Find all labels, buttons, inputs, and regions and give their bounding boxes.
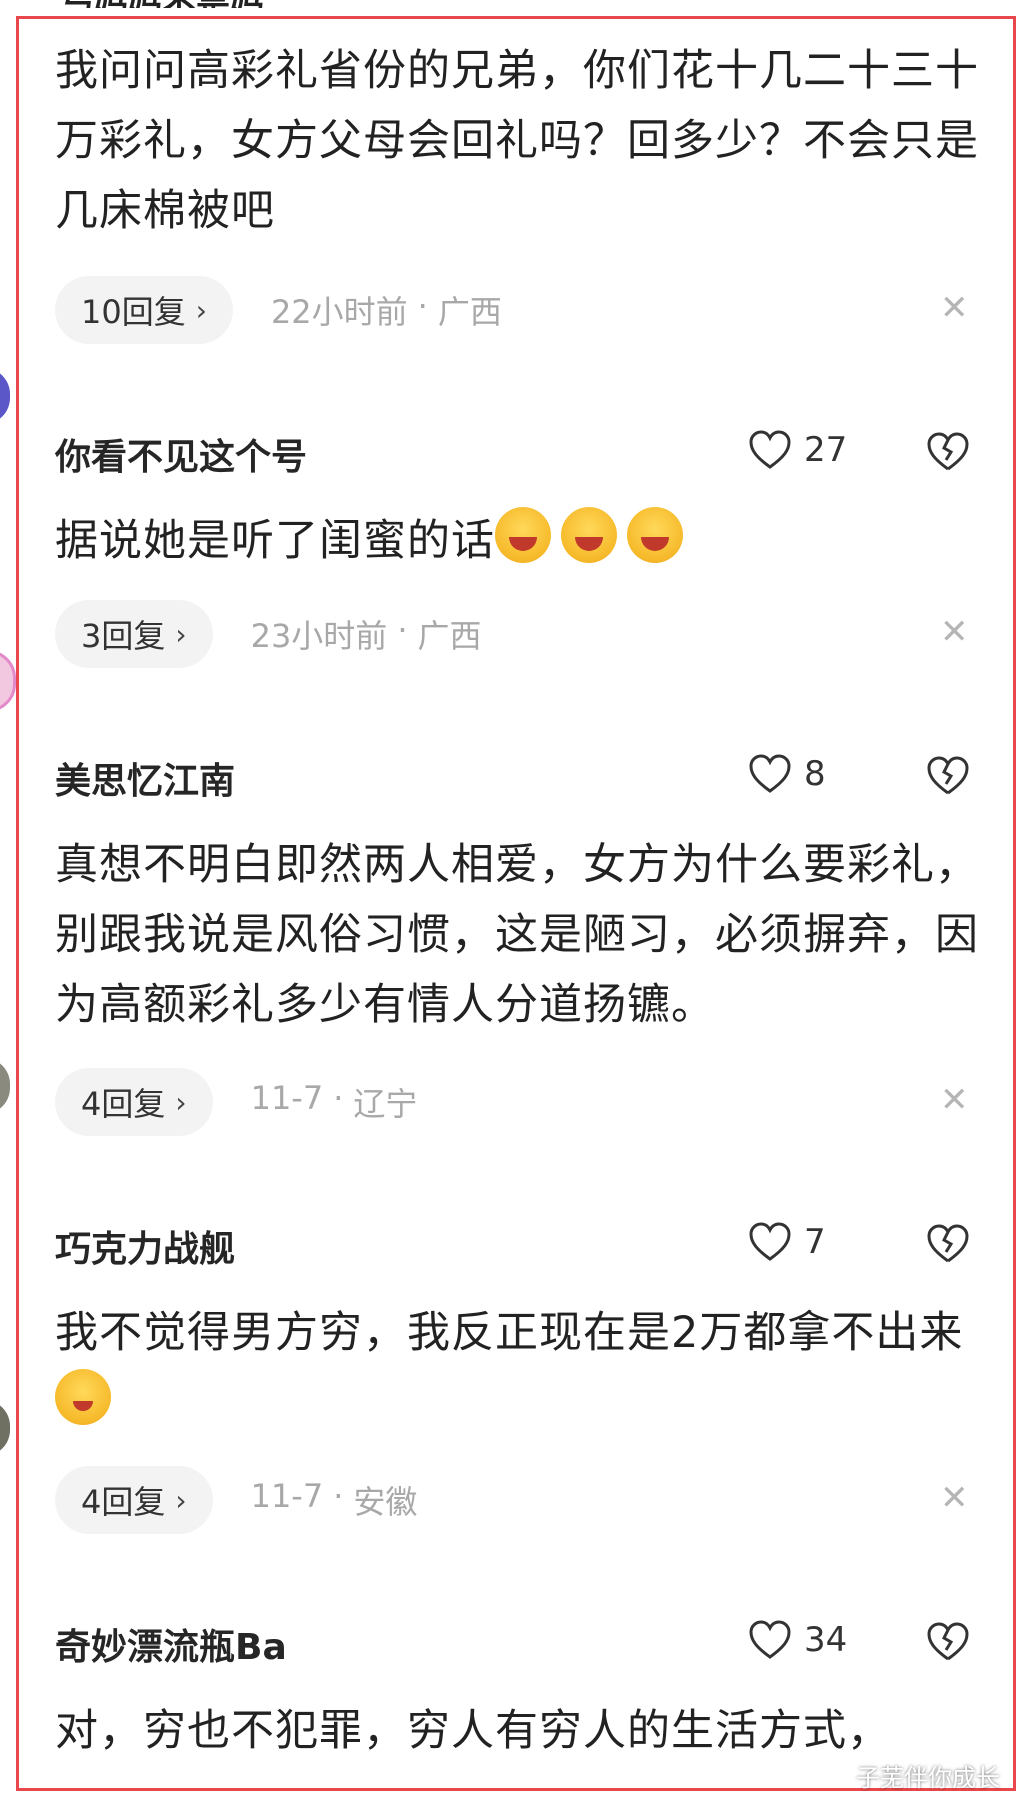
- comment-time: 23小时前: [250, 617, 388, 655]
- broken-heart-icon: [926, 1224, 970, 1264]
- comment-meta: 10回复 › 22小时前 · 广西: [55, 276, 502, 344]
- crying-face-emoji-icon: [55, 1369, 111, 1425]
- separator: ·: [333, 1477, 344, 1515]
- dislike-button[interactable]: [926, 756, 970, 796]
- watermark: 子芜伴你成长: [856, 1764, 1000, 1792]
- chevron-right-icon: ›: [175, 1483, 187, 1517]
- comment-text: 真想不明白即然两人相爱，女方为什么要彩礼，别跟我说是风俗习惯，这是陋习，必须摒弃…: [55, 840, 979, 1030]
- separator: ·: [417, 287, 428, 325]
- comment-text: 对，穷也不犯罪，穷人有穷人的生活方式，: [55, 1706, 891, 1756]
- replies-button[interactable]: 4回复 ›: [55, 1466, 213, 1534]
- replies-button[interactable]: 3回复 ›: [55, 600, 213, 668]
- replies-label: 4回复: [81, 1483, 166, 1521]
- comment-location: 广西: [437, 293, 502, 331]
- comment-time: 11-7: [250, 1477, 324, 1515]
- comment-text: 我问问高彩礼省份的兄弟，你们花十几二十三十万彩礼，女方父母会回礼吗？回多少？不会…: [55, 46, 979, 236]
- avatar[interactable]: [0, 1400, 10, 1456]
- comment-text-content: 我不觉得男方穷，我反正现在是2万都拿不出来: [55, 1308, 964, 1358]
- avatar[interactable]: [0, 368, 10, 424]
- like-button[interactable]: 7: [748, 1222, 826, 1262]
- avatar[interactable]: [0, 650, 16, 712]
- like-button[interactable]: 34: [748, 1620, 847, 1660]
- comment-meta: 4回复 › 11-7 · 辽宁: [55, 1068, 417, 1136]
- like-count: 8: [804, 754, 826, 794]
- comment-location: 辽宁: [353, 1085, 418, 1123]
- comment-text: 我不觉得男方穷，我反正现在是2万都拿不出来: [55, 1298, 995, 1438]
- replies-label: 3回复: [81, 617, 166, 655]
- comment-text: 据说她是听了闺蜜的话: [55, 506, 995, 576]
- replies-label: 4回复: [81, 1085, 166, 1123]
- comment-time-location: 23小时前 · 广西: [251, 611, 482, 657]
- dislike-button[interactable]: [926, 1622, 970, 1662]
- broken-heart-icon: [926, 756, 970, 796]
- comment-text-content: 据说她是听了闺蜜的话: [55, 516, 495, 566]
- comment-username[interactable]: 你看不见这个号: [55, 428, 307, 480]
- close-icon[interactable]: ✕: [940, 1478, 969, 1518]
- crying-laughing-emoji-icon: [561, 507, 617, 563]
- close-icon[interactable]: ✕: [940, 288, 969, 328]
- separator: ·: [333, 1079, 344, 1117]
- heart-icon: [748, 1620, 792, 1660]
- comment-username[interactable]: 奇妙漂流瓶Ba: [55, 1618, 287, 1670]
- broken-heart-icon: [926, 432, 970, 472]
- broken-heart-icon: [926, 1622, 970, 1662]
- chevron-right-icon: ›: [175, 617, 187, 651]
- like-count: 27: [804, 430, 848, 470]
- replies-button[interactable]: 4回复 ›: [55, 1068, 213, 1136]
- like-count: 7: [804, 1222, 826, 1262]
- comment-time-location: 11-7 · 辽宁: [251, 1079, 418, 1125]
- replies-button[interactable]: 10回复 ›: [55, 276, 233, 344]
- like-count: 34: [804, 1620, 848, 1660]
- crying-laughing-emoji-icon: [495, 507, 551, 563]
- like-button[interactable]: 8: [748, 754, 826, 794]
- like-button[interactable]: 27: [748, 430, 847, 470]
- heart-icon: [748, 430, 792, 470]
- heart-icon: [748, 754, 792, 794]
- dislike-button[interactable]: [926, 1224, 970, 1264]
- avatar[interactable]: [0, 1058, 10, 1114]
- close-icon[interactable]: ✕: [940, 1080, 969, 1120]
- comment-username[interactable]: 巧克力战舰: [55, 1220, 235, 1272]
- chevron-right-icon: ›: [175, 1085, 187, 1119]
- close-icon[interactable]: ✕: [940, 612, 969, 652]
- comment-time: 22小时前: [270, 293, 408, 331]
- comment-time: 11-7: [250, 1079, 324, 1117]
- top-partial-username: 与妈妈不是妈: [60, 0, 264, 8]
- comment-meta: 3回复 › 23小时前 · 广西: [55, 600, 482, 668]
- comment-location: 广西: [417, 617, 482, 655]
- chevron-right-icon: ›: [195, 293, 207, 327]
- heart-icon: [748, 1222, 792, 1262]
- crying-laughing-emoji-icon: [627, 507, 683, 563]
- comment-meta: 4回复 › 11-7 · 安徽: [55, 1466, 417, 1534]
- separator: ·: [397, 611, 408, 649]
- comment-time-location: 22小时前 · 广西: [271, 287, 502, 333]
- comment-time-location: 11-7 · 安徽: [251, 1477, 418, 1523]
- comment-location: 安徽: [353, 1483, 418, 1521]
- dislike-button[interactable]: [926, 432, 970, 472]
- replies-label: 10回复: [81, 293, 186, 331]
- comment-username[interactable]: 美思忆江南: [55, 752, 235, 804]
